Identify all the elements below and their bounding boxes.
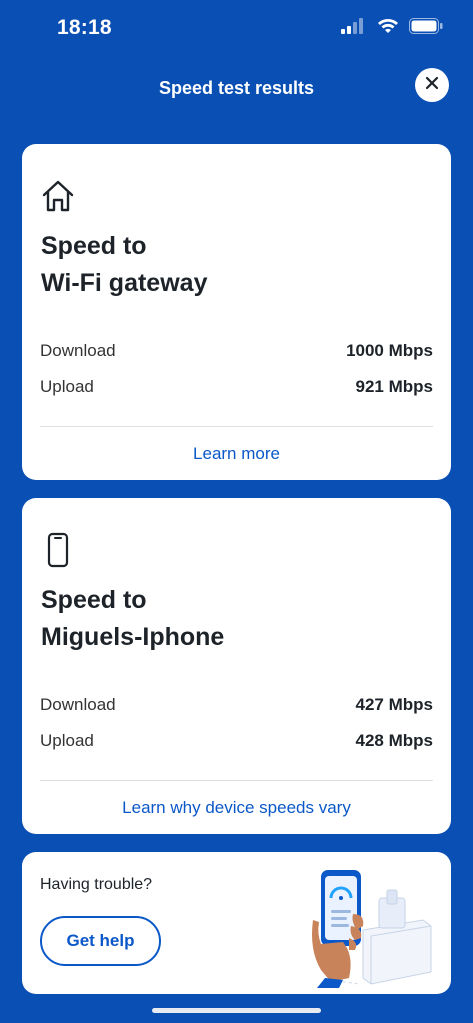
wifi-icon <box>377 18 399 39</box>
status-icons <box>341 18 443 39</box>
download-value: 1000 Mbps <box>346 341 433 360</box>
learn-more-link[interactable]: Learn more <box>22 444 451 464</box>
home-icon <box>40 178 76 219</box>
phone-icon <box>40 532 76 573</box>
upload-label: Upload <box>40 377 94 396</box>
upload-value: 428 Mbps <box>355 731 433 750</box>
status-bar: 18:18 <box>0 0 473 56</box>
upload-row: Upload 921 Mbps <box>40 377 433 397</box>
home-indicator[interactable] <box>152 1008 321 1013</box>
card-title-line1: Speed to <box>41 586 147 614</box>
upload-value: 921 Mbps <box>355 377 433 396</box>
status-time: 18:18 <box>57 16 112 39</box>
having-trouble-text: Having trouble? <box>40 876 153 893</box>
help-card: Having trouble? Get help <box>22 852 451 994</box>
download-row: Download 427 Mbps <box>40 695 433 715</box>
upload-label: Upload <box>40 731 94 750</box>
close-icon <box>424 75 440 96</box>
close-button[interactable] <box>415 68 449 102</box>
download-value: 427 Mbps <box>355 695 433 714</box>
card-title-line1: Speed to <box>41 232 147 260</box>
device-speed-card: Speed to Miguels-Iphone Download 427 Mbp… <box>22 498 451 834</box>
card-title: Speed to Miguels-Iphone <box>41 582 224 656</box>
download-label: Download <box>40 341 116 360</box>
learn-why-link[interactable]: Learn why device speeds vary <box>22 798 451 818</box>
download-label: Download <box>40 695 116 714</box>
download-row: Download 1000 Mbps <box>40 341 433 361</box>
gateway-speed-card: Speed to Wi-Fi gateway Download 1000 Mbp… <box>22 144 451 480</box>
card-title-line2: Wi-Fi gateway <box>41 269 208 297</box>
page-title: Speed test results <box>158 78 315 98</box>
card-title-line2: Miguels-Iphone <box>41 623 225 651</box>
card-title: Speed to Wi-Fi gateway <box>41 228 207 302</box>
phone-speed-illustration <box>291 860 441 988</box>
battery-icon <box>409 18 443 39</box>
divider <box>40 780 433 781</box>
divider <box>40 426 433 427</box>
signal-icon <box>341 18 367 39</box>
get-help-button[interactable]: Get help <box>40 916 161 966</box>
upload-row: Upload 428 Mbps <box>40 731 433 751</box>
